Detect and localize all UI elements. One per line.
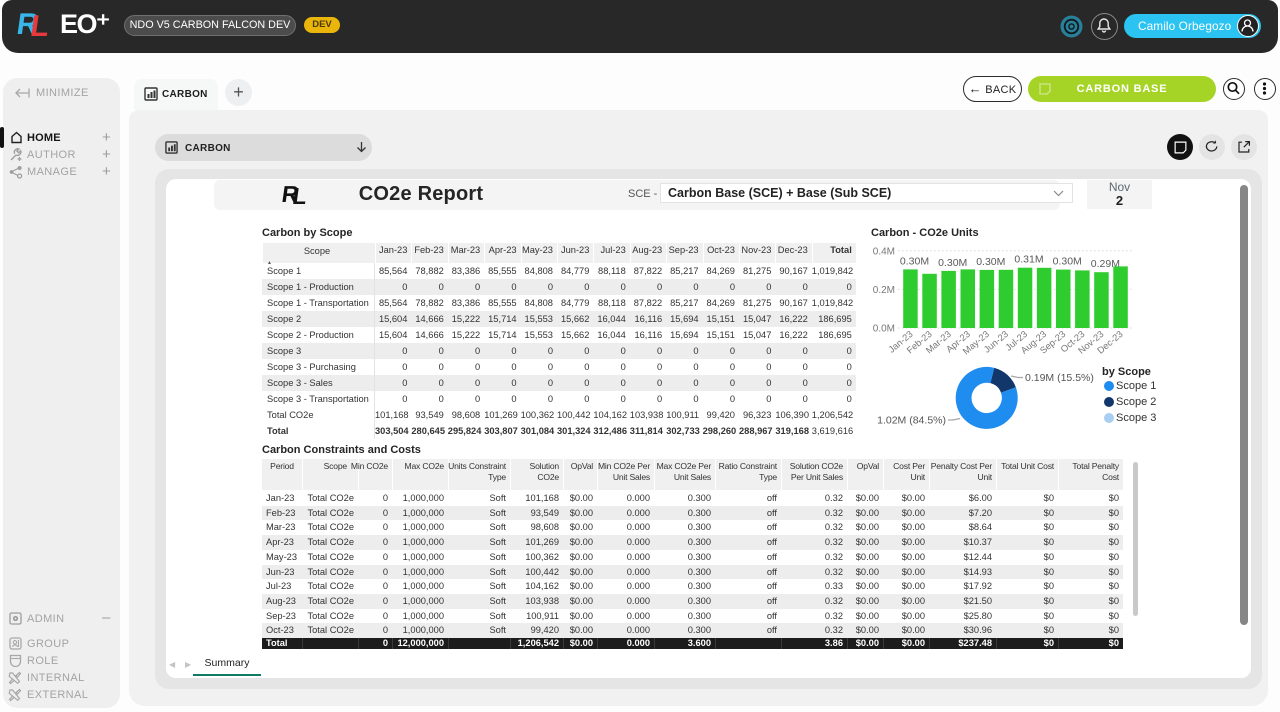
svg-text:0.30M: 0.30M — [1053, 256, 1082, 268]
svg-text:0.2M: 0.2M — [873, 285, 895, 296]
svg-text:0.4M: 0.4M — [873, 246, 895, 257]
svg-text:1.02M (84.5%): 1.02M (84.5%) — [877, 415, 946, 427]
svg-text:0.19M (15.5%): 0.19M (15.5%) — [1025, 372, 1094, 384]
svg-text:0.30M: 0.30M — [938, 257, 967, 269]
svg-text:0.30M: 0.30M — [900, 255, 929, 267]
svg-text:0.31M: 0.31M — [1014, 254, 1043, 266]
svg-text:0.0M: 0.0M — [873, 324, 895, 335]
svg-text:0.30M: 0.30M — [976, 256, 1005, 268]
